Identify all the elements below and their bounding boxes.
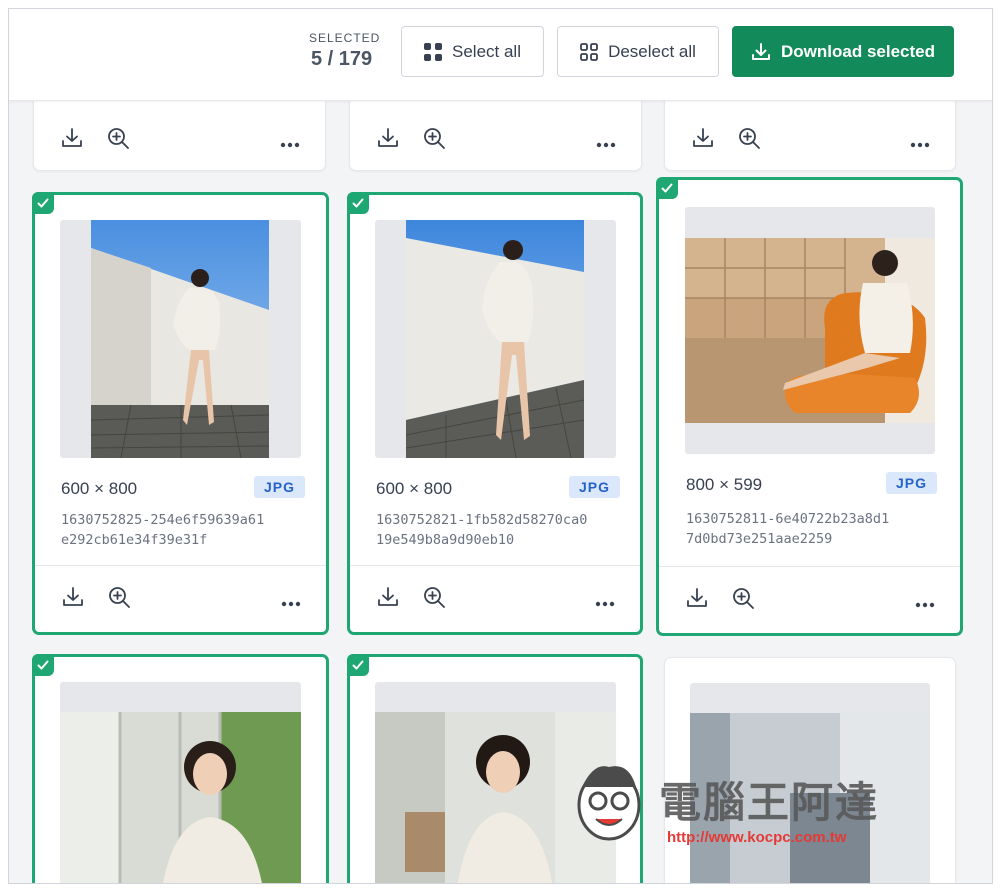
photo-woman-armchair xyxy=(685,238,935,423)
card-divider xyxy=(659,566,960,567)
download-icon[interactable] xyxy=(692,127,714,154)
download-icon[interactable] xyxy=(377,127,399,154)
filename-line-2: 7d0bd73e251aae2259 xyxy=(686,531,833,547)
zoom-in-icon[interactable] xyxy=(732,587,755,615)
image-card-selected[interactable]: 800 × 599 JPG 1630752811-6e40722b23a8d1 … xyxy=(656,177,963,636)
check-icon[interactable] xyxy=(656,177,678,199)
check-icon[interactable] xyxy=(32,654,54,676)
download-selected-label: Download selected xyxy=(781,41,935,61)
download-icon[interactable] xyxy=(61,127,83,154)
photo-woman-rooftop xyxy=(91,220,269,458)
selection-toolbar: SELECTED 5 / 179 Select all Deselect all… xyxy=(9,9,992,101)
download-icon xyxy=(751,42,771,62)
download-icon[interactable] xyxy=(686,587,708,614)
zoom-in-icon[interactable] xyxy=(738,127,761,155)
more-icon[interactable] xyxy=(281,594,301,612)
check-icon[interactable] xyxy=(32,192,54,214)
card-actions xyxy=(34,108,325,170)
image-card-selected[interactable]: 600 × 800 JPG 1630752825-254e6f59639a61 … xyxy=(32,192,329,635)
filename-line-1: 1630752811-6e40722b23a8d1 xyxy=(686,511,890,527)
card-divider xyxy=(35,565,326,566)
image-thumbnail[interactable] xyxy=(685,207,935,454)
zoom-in-icon[interactable] xyxy=(423,127,446,155)
grid-icon xyxy=(424,42,442,61)
zoom-in-icon[interactable] xyxy=(423,586,446,614)
filename-line-2: 19e549b8a9d90eb10 xyxy=(376,532,515,548)
download-selected-button[interactable]: Download selected xyxy=(732,26,954,77)
watermark-title: 電腦王阿達 xyxy=(659,778,880,827)
watermark-url: http://www.kocpc.com.tw xyxy=(667,829,847,846)
grid-outline-icon xyxy=(580,42,598,61)
format-badge: JPG xyxy=(569,476,621,498)
zoom-in-icon[interactable] xyxy=(107,127,130,155)
download-icon[interactable] xyxy=(377,586,399,613)
more-icon[interactable] xyxy=(280,135,300,153)
check-icon[interactable] xyxy=(347,192,369,214)
format-badge: JPG xyxy=(886,472,938,494)
image-card-selected[interactable] xyxy=(32,654,329,883)
download-icon[interactable] xyxy=(62,586,84,613)
selected-label: SELECTED xyxy=(309,31,381,45)
select-all-button[interactable]: Select all xyxy=(401,26,544,77)
photo-woman-window xyxy=(60,712,301,883)
check-icon[interactable] xyxy=(347,654,369,676)
more-icon[interactable] xyxy=(915,595,935,613)
select-all-label: Select all xyxy=(452,41,521,61)
image-thumbnail[interactable] xyxy=(60,220,301,458)
photo-woman-rooftop xyxy=(406,220,584,458)
image-card-selected[interactable]: 600 × 800 JPG 1630752821-1fb582d58270ca0… xyxy=(347,192,643,635)
app-window: SELECTED 5 / 179 Select all Deselect all… xyxy=(8,8,993,884)
watermark-mascot-icon xyxy=(574,757,644,847)
filename-line-1: 1630752825-254e6f59639a61 xyxy=(61,512,265,528)
card-divider xyxy=(350,565,640,566)
more-icon[interactable] xyxy=(910,135,930,153)
image-thumbnail[interactable] xyxy=(375,220,616,458)
more-icon[interactable] xyxy=(596,135,616,153)
card-actions xyxy=(665,108,955,170)
more-icon[interactable] xyxy=(595,594,615,612)
zoom-in-icon[interactable] xyxy=(108,586,131,614)
deselect-all-label: Deselect all xyxy=(608,41,696,61)
selected-count: 5 / 179 xyxy=(311,48,373,70)
image-dimensions: 600 × 800 xyxy=(376,479,453,498)
card-actions xyxy=(350,567,640,629)
image-dimensions: 600 × 800 xyxy=(61,479,138,498)
card-actions xyxy=(350,108,641,170)
deselect-all-button[interactable]: Deselect all xyxy=(557,26,719,77)
card-actions xyxy=(659,568,960,630)
filename-line-1: 1630752821-1fb582d58270ca0 xyxy=(376,512,588,528)
image-dimensions: 800 × 599 xyxy=(686,475,763,494)
image-thumbnail[interactable] xyxy=(60,682,301,883)
format-badge: JPG xyxy=(254,476,306,498)
card-actions xyxy=(35,567,326,629)
filename-line-2: e292cb61e34f39e31f xyxy=(61,532,208,548)
